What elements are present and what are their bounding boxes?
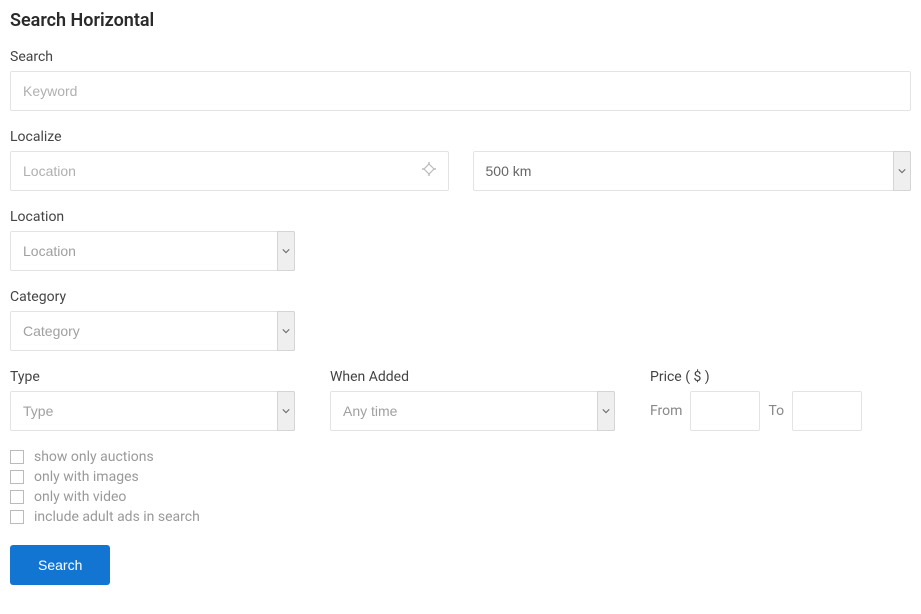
- when-added-label: When Added: [330, 369, 630, 385]
- checkbox-images-label[interactable]: only with images: [34, 469, 139, 485]
- localize-label: Localize: [10, 129, 911, 145]
- checkbox-video[interactable]: [10, 490, 24, 504]
- checkbox-adult[interactable]: [10, 510, 24, 524]
- checkbox-auctions-label[interactable]: show only auctions: [34, 449, 154, 465]
- localize-input[interactable]: [10, 151, 449, 191]
- location-label: Location: [10, 209, 911, 225]
- page-title: Search Horizontal: [10, 10, 911, 31]
- price-to-label: To: [768, 403, 784, 419]
- price-label: Price ( $ ): [650, 369, 862, 385]
- price-to-input[interactable]: [792, 391, 862, 431]
- checkbox-images[interactable]: [10, 470, 24, 484]
- checkbox-adult-label[interactable]: include adult ads in search: [34, 509, 200, 525]
- type-select[interactable]: Type: [10, 391, 295, 431]
- localize-group: Localize 500 km: [10, 129, 911, 191]
- checkbox-video-label[interactable]: only with video: [34, 489, 126, 505]
- type-group: Type Type: [10, 369, 310, 431]
- geolocate-icon[interactable]: [421, 161, 437, 181]
- distance-select[interactable]: 500 km: [473, 151, 912, 191]
- price-from-label: From: [650, 403, 682, 419]
- price-from-input[interactable]: [690, 391, 760, 431]
- category-label: Category: [10, 289, 911, 305]
- price-group: Price ( $ ) From To: [650, 369, 862, 431]
- search-label: Search: [10, 49, 911, 65]
- category-group: Category Category: [10, 289, 911, 351]
- location-select[interactable]: Location: [10, 231, 295, 271]
- checkbox-group: show only auctions only with images only…: [10, 449, 911, 525]
- location-group: Location Location: [10, 209, 911, 271]
- type-label: Type: [10, 369, 310, 385]
- category-select[interactable]: Category: [10, 311, 295, 351]
- when-added-group: When Added Any time: [330, 369, 630, 431]
- when-added-select[interactable]: Any time: [330, 391, 615, 431]
- search-button[interactable]: Search: [10, 545, 110, 585]
- checkbox-auctions[interactable]: [10, 450, 24, 464]
- keyword-input[interactable]: [10, 71, 911, 111]
- search-group: Search: [10, 49, 911, 111]
